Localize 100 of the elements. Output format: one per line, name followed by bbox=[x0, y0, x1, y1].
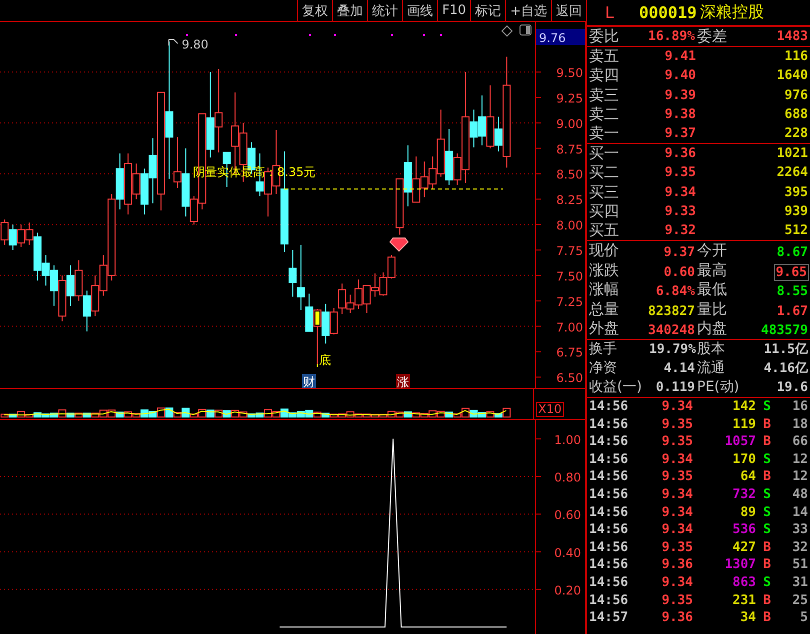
quote-value: 0.119 bbox=[654, 379, 695, 398]
trade-count: 14 bbox=[791, 504, 808, 522]
bid-price: 9.32 bbox=[664, 222, 696, 240]
quote-label: 股本 bbox=[696, 340, 726, 360]
quote-label: PE(动) bbox=[696, 378, 740, 398]
trade-time: 14:57 bbox=[588, 609, 630, 627]
ask-label: 卖三 bbox=[588, 86, 620, 105]
candlestick bbox=[74, 260, 83, 302]
trade-side: B bbox=[762, 433, 772, 451]
quote-label: 收益(一) bbox=[588, 378, 643, 398]
quote-label: 总量 bbox=[588, 300, 620, 320]
candlestick bbox=[91, 274, 100, 317]
quote-value: 8.67 bbox=[776, 245, 808, 260]
trade-volume: 1307 bbox=[724, 556, 756, 574]
trade-volume: 1057 bbox=[724, 433, 756, 451]
ask-label: 卖四 bbox=[588, 66, 620, 86]
ask-price: 9.38 bbox=[664, 106, 696, 124]
trade-count: 33 bbox=[791, 521, 808, 539]
bid-price: 9.34 bbox=[664, 184, 696, 202]
event-badge[interactable]: 财 bbox=[302, 374, 316, 388]
quote-value: 9.65 bbox=[774, 264, 808, 280]
trade-time: 14:56 bbox=[588, 468, 630, 486]
toggle-icon[interactable] bbox=[520, 24, 532, 36]
trade-count: 48 bbox=[791, 486, 808, 504]
quote-value: 6.84% bbox=[656, 284, 695, 300]
candlestick bbox=[387, 254, 396, 279]
trade-side: B bbox=[762, 592, 772, 610]
trade-time: 14:56 bbox=[588, 592, 630, 610]
quote-label: 量比 bbox=[696, 300, 728, 320]
trade-count: 51 bbox=[791, 556, 808, 574]
trade-volume: 732 bbox=[732, 486, 756, 504]
quote-value: 1483 bbox=[776, 28, 808, 46]
indicator-axis-label: 0.20 bbox=[554, 583, 581, 598]
candlestick bbox=[404, 144, 412, 207]
trade-count: 32 bbox=[791, 538, 808, 556]
trade-time: 14:56 bbox=[588, 433, 630, 451]
trade-count: 18 bbox=[791, 416, 808, 434]
trade-side: S bbox=[762, 450, 772, 468]
trade-count: 66 bbox=[791, 433, 808, 451]
price-axis-label: 9.25 bbox=[556, 91, 583, 106]
quote-label: 换手 bbox=[588, 340, 618, 360]
quote-value: 16.89% bbox=[647, 28, 695, 46]
bid-volume: 2264 bbox=[776, 164, 808, 182]
ask-volume: 1640 bbox=[776, 67, 808, 86]
price-axis-label: 8.75 bbox=[556, 142, 583, 156]
bid-price: 9.33 bbox=[664, 202, 696, 221]
trade-time: 14:56 bbox=[588, 486, 630, 504]
quote-value: 9.37 bbox=[664, 245, 695, 260]
trade-side: S bbox=[762, 521, 772, 539]
quote-label: 内盘 bbox=[696, 319, 728, 340]
high-price-label: 9.80 bbox=[182, 38, 208, 52]
candlestick bbox=[8, 224, 17, 250]
ask-price: 9.39 bbox=[664, 86, 696, 105]
event-badge[interactable]: 涨 bbox=[396, 374, 410, 388]
trade-price: 9.35 bbox=[660, 538, 693, 556]
quote-label: 委差 bbox=[696, 27, 728, 46]
quote-value: 0.60 bbox=[664, 264, 695, 280]
trade-time: 14:56 bbox=[588, 556, 630, 574]
ask-volume: 688 bbox=[784, 106, 808, 124]
trade-time: 14:56 bbox=[588, 416, 630, 434]
price-axis-label: 6.75 bbox=[556, 346, 583, 360]
trade-volume: 231 bbox=[732, 592, 756, 610]
current-price-tag: 9.76 bbox=[536, 29, 585, 45]
trade-side: B bbox=[762, 556, 772, 574]
price-axis-label: 7.50 bbox=[556, 269, 583, 284]
ask-price: 9.40 bbox=[664, 67, 696, 86]
ask-volume: 116 bbox=[784, 48, 808, 66]
indicator-axis-label: 0.60 bbox=[554, 508, 581, 522]
trade-side: S bbox=[762, 398, 772, 416]
quote-value: 8.55 bbox=[776, 284, 808, 300]
trade-volume: 34 bbox=[739, 609, 756, 627]
quote-value: 4.16亿 bbox=[762, 360, 808, 378]
trade-side: S bbox=[762, 574, 772, 592]
trade-count: 31 bbox=[791, 574, 808, 592]
trade-price: 9.34 bbox=[660, 574, 693, 592]
ask-price: 9.37 bbox=[664, 124, 696, 143]
trade-count: 12 bbox=[791, 468, 808, 486]
bid-price: 9.35 bbox=[664, 164, 696, 182]
trade-side: B bbox=[762, 468, 772, 486]
candlestick bbox=[140, 168, 149, 215]
trade-count: 16 bbox=[791, 398, 808, 416]
quote-value: 19.79% bbox=[649, 341, 695, 360]
price-axis-label: 8.25 bbox=[556, 193, 583, 208]
flag-label: L bbox=[605, 3, 615, 22]
quote-label: 今开 bbox=[696, 241, 728, 261]
trade-side: B bbox=[762, 609, 772, 627]
trade-volume: 89 bbox=[739, 504, 756, 522]
trade-time: 14:56 bbox=[588, 504, 630, 522]
quote-label: 涨跌 bbox=[588, 260, 620, 280]
quote-label: 净资 bbox=[588, 359, 618, 378]
ask-volume: 976 bbox=[784, 86, 808, 105]
trade-volume: 170 bbox=[732, 450, 756, 468]
trade-side: B bbox=[762, 416, 772, 434]
trade-price: 9.34 bbox=[660, 450, 693, 468]
price-axis-label: 6.50 bbox=[556, 371, 583, 386]
trade-price: 9.35 bbox=[660, 468, 693, 486]
trade-time: 14:56 bbox=[588, 538, 630, 556]
quote-label: 现价 bbox=[588, 241, 620, 261]
quote-label: 外盘 bbox=[588, 319, 620, 340]
indicator-axis-label: 0.40 bbox=[554, 546, 581, 560]
